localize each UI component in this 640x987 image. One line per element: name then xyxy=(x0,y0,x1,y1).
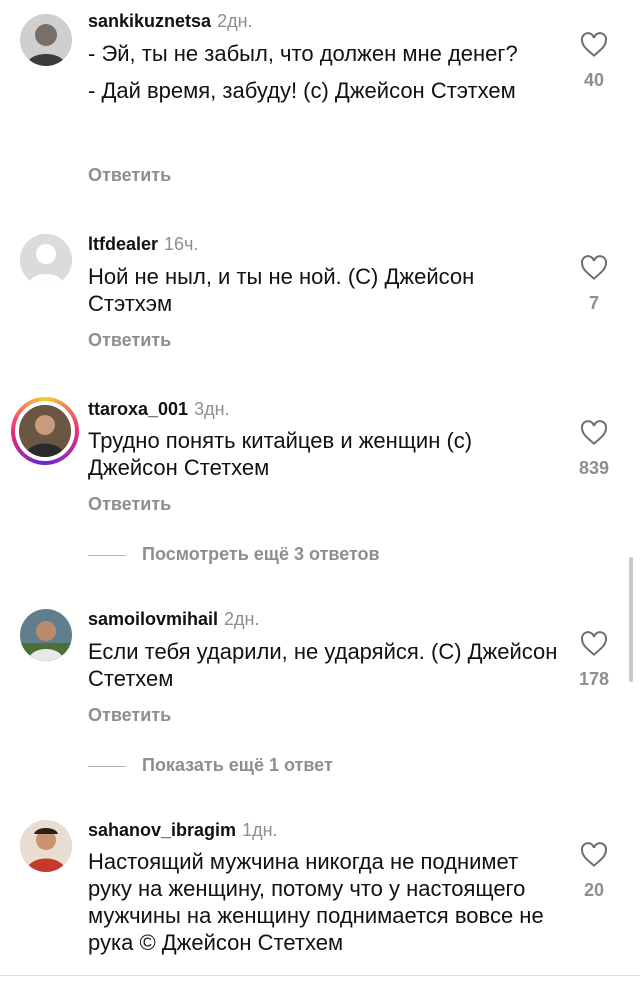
like-control: 839 xyxy=(574,418,614,479)
timestamp: 2дн. xyxy=(224,609,260,629)
like-control: 20 xyxy=(574,840,614,901)
comment-line: Настоящий мужчина никогда не поднимет ру… xyxy=(88,849,544,955)
reply-button[interactable]: Ответить xyxy=(88,330,171,351)
comment-text: Если тебя ударили, не ударяйся. (С) Джей… xyxy=(88,638,558,702)
heart-outline-icon[interactable] xyxy=(579,418,609,448)
profile-photo xyxy=(20,820,72,872)
comment-meta: ttaroxa_001 3дн. xyxy=(88,399,230,420)
like-control: 7 xyxy=(574,253,614,314)
comment-text: Настоящий мужчина никогда не поднимет ру… xyxy=(88,848,558,966)
comment-line: - Дай время, забуду! (с) Джейсон Стэтхем xyxy=(88,78,516,103)
profile-photo xyxy=(20,14,72,66)
avatar-story-ring[interactable] xyxy=(11,397,79,465)
comment-text: Трудно понять китайцев и женщин (с) Джей… xyxy=(88,427,558,491)
timestamp: 16ч. xyxy=(164,234,199,254)
comment-line: - Эй, ты не забыл, что должен мне денег? xyxy=(88,41,518,66)
heart-outline-icon[interactable] xyxy=(579,30,609,60)
heart-outline-icon[interactable] xyxy=(579,840,609,870)
like-count: 7 xyxy=(588,293,599,313)
show-more-replies[interactable]: Показать ещё 1 ответ xyxy=(88,755,333,776)
reply-button[interactable]: Ответить xyxy=(88,705,171,726)
comment-meta: samoilovmihail 2дн. xyxy=(88,609,260,630)
thread-divider xyxy=(88,765,126,767)
timestamp: 3дн. xyxy=(194,399,230,419)
comment-meta: ltfdealer 16ч. xyxy=(88,234,198,255)
reply-button[interactable]: Ответить xyxy=(88,165,171,186)
bottom-divider xyxy=(0,975,640,976)
like-control: 178 xyxy=(574,629,614,690)
profile-photo xyxy=(20,609,72,661)
username[interactable]: ttaroxa_001 xyxy=(88,399,188,419)
comment-line: Ной не ныл, и ты не ной. (С) Джейсон Стэ… xyxy=(88,264,475,316)
timestamp: 1дн. xyxy=(242,820,278,840)
heart-outline-icon[interactable] xyxy=(579,629,609,659)
comment-line: Трудно понять китайцев и женщин (с) Джей… xyxy=(88,428,473,480)
comment-line: Если тебя ударили, не ударяйся. (С) Джей… xyxy=(88,639,558,691)
like-count: 20 xyxy=(583,880,605,900)
username[interactable]: sahanov_ibragim xyxy=(88,820,236,840)
like-count: 839 xyxy=(578,458,610,478)
username[interactable]: samoilovmihail xyxy=(88,609,218,629)
like-count: 178 xyxy=(578,669,610,689)
timestamp: 2дн. xyxy=(217,11,253,31)
view-more-replies[interactable]: Посмотреть ещё 3 ответов xyxy=(88,544,380,565)
heart-outline-icon[interactable] xyxy=(579,253,609,283)
view-more-replies-label: Посмотреть ещё 3 ответов xyxy=(142,544,380,564)
reply-button[interactable]: Ответить xyxy=(88,494,171,515)
comment-text: Ной не ныл, и ты не ной. (С) Джейсон Стэ… xyxy=(88,263,558,327)
scrollbar[interactable] xyxy=(629,557,633,682)
default-avatar-icon xyxy=(20,234,72,286)
comment-text: - Эй, ты не забыл, что должен мне денег?… xyxy=(88,40,558,114)
avatar[interactable] xyxy=(20,820,72,872)
show-more-replies-label: Показать ещё 1 ответ xyxy=(142,755,333,775)
profile-photo xyxy=(19,405,71,457)
comment-meta: sankikuznetsa 2дн. xyxy=(88,11,253,32)
like-control: 40 xyxy=(574,30,614,91)
avatar[interactable] xyxy=(20,234,72,286)
avatar[interactable] xyxy=(20,14,72,66)
username[interactable]: ltfdealer xyxy=(88,234,158,254)
like-count: 40 xyxy=(583,70,605,90)
thread-divider xyxy=(88,554,126,556)
avatar[interactable] xyxy=(20,609,72,661)
username[interactable]: sankikuznetsa xyxy=(88,11,211,31)
comment-meta: sahanov_ibragim 1дн. xyxy=(88,820,278,841)
